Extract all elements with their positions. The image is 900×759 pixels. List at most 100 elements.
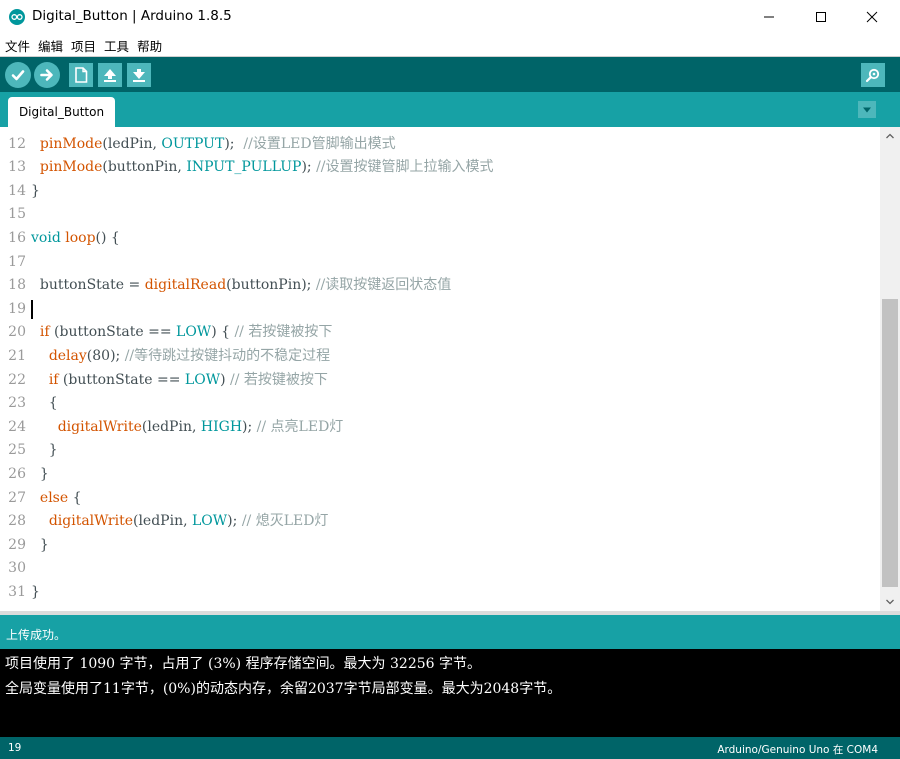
- close-button[interactable]: [849, 0, 895, 34]
- code-line[interactable]: 13 pinMode(buttonPin, INPUT_PULLUP); //设…: [0, 156, 880, 180]
- code-line[interactable]: 15: [0, 203, 880, 227]
- upload-icon: [40, 69, 53, 81]
- status-message: 上传成功。: [6, 628, 67, 642]
- save-button[interactable]: [127, 63, 151, 87]
- code-text: }: [31, 536, 49, 553]
- open-button[interactable]: [98, 63, 122, 87]
- line-number: 24: [8, 418, 26, 435]
- vertical-scrollbar[interactable]: [880, 127, 900, 611]
- code-editor[interactable]: 12 pinMode(ledPin, OUTPUT); //设置LED管脚输出模…: [0, 127, 900, 611]
- code-line[interactable]: 12 pinMode(ledPin, OUTPUT); //设置LED管脚输出模…: [0, 133, 880, 157]
- code-line[interactable]: 31}: [0, 581, 880, 605]
- serial-monitor-button[interactable]: [861, 63, 885, 87]
- code-text: }: [31, 465, 49, 482]
- code-text: pinMode(buttonPin, INPUT_PULLUP); //设置按键…: [39, 159, 494, 176]
- line-number: 27: [8, 489, 26, 506]
- code-line[interactable]: 23 {: [0, 392, 880, 416]
- arduino-logo-icon: [9, 9, 25, 25]
- code-line[interactable]: 19: [0, 298, 880, 322]
- line-number: 30: [8, 560, 26, 577]
- code-text: pinMode(ledPin, OUTPUT); //设置LED管脚输出模式: [39, 135, 396, 152]
- line-number: 23: [8, 395, 26, 412]
- serial-monitor-icon: [865, 68, 880, 83]
- code-line[interactable]: 30: [0, 557, 880, 581]
- scroll-up-button[interactable]: [880, 127, 900, 145]
- code-line[interactable]: 25 }: [0, 439, 880, 463]
- code-line[interactable]: 18 buttonState = digitalRead(buttonPin);…: [0, 274, 880, 298]
- toolbar: [0, 56, 900, 92]
- code-line[interactable]: 17: [0, 251, 880, 275]
- code-text: }: [31, 442, 58, 459]
- code-text: if (buttonState == LOW) // 若按键被按下: [48, 371, 328, 388]
- verify-icon: [11, 70, 25, 81]
- line-number: 13: [8, 159, 26, 176]
- tab-label: Digital_Button: [18, 105, 105, 119]
- code-text: if (buttonState == LOW) { // 若按键被按下: [39, 324, 333, 341]
- title-bar: Digital_Button | Arduino 1.8.5: [0, 0, 900, 34]
- menu-file[interactable]: 文件: [4, 36, 31, 55]
- tab-menu-button[interactable]: [858, 101, 876, 118]
- menu-sketch[interactable]: 项目: [70, 36, 97, 55]
- new-icon: [75, 67, 88, 83]
- code-area[interactable]: 12 pinMode(ledPin, OUTPUT); //设置LED管脚输出模…: [0, 127, 880, 611]
- code-line[interactable]: 27 else {: [0, 487, 880, 511]
- code-line[interactable]: 20 if (buttonState == LOW) { // 若按键被按下: [0, 321, 880, 345]
- chevron-up-icon: [886, 133, 894, 139]
- upload-button[interactable]: [34, 62, 60, 88]
- minimize-button[interactable]: [746, 0, 792, 34]
- console-line: 全局变量使用了11字节，(0%)的动态内存，余留2037字节局部变量。最大为20…: [5, 681, 562, 697]
- code-text: }: [31, 182, 40, 199]
- scrollbar-thumb[interactable]: [882, 299, 898, 587]
- code-line[interactable]: 22 if (buttonState == LOW) // 若按键被按下: [0, 369, 880, 393]
- new-button[interactable]: [69, 63, 93, 87]
- minimize-icon: [764, 16, 774, 18]
- code-text: }: [31, 583, 40, 600]
- code-text: digitalWrite(ledPin, LOW); // 熄灭LED灯: [48, 513, 329, 530]
- code-text: digitalWrite(ledPin, HIGH); // 点亮LED灯: [57, 418, 344, 435]
- code-line[interactable]: 24 digitalWrite(ledPin, HIGH); // 点亮LED灯: [0, 416, 880, 440]
- tab-digital-button[interactable]: Digital_Button: [8, 97, 115, 127]
- maximize-button[interactable]: [798, 0, 844, 34]
- status-bar: 上传成功。: [0, 611, 900, 649]
- code-text: {: [31, 395, 58, 412]
- code-text: buttonState = digitalRead(buttonPin); //…: [31, 277, 452, 294]
- board-port-info: Arduino/Genuino Uno 在 COM4: [717, 744, 878, 756]
- current-line-number: 19: [8, 742, 22, 754]
- menu-help[interactable]: 帮助: [136, 36, 163, 55]
- code-line[interactable]: 29 }: [0, 534, 880, 558]
- code-line[interactable]: 14}: [0, 180, 880, 204]
- code-line[interactable]: 21 delay(80); //等待跳过按键抖动的不稳定过程: [0, 345, 880, 369]
- line-number: 15: [8, 206, 26, 223]
- line-number: 18: [8, 277, 26, 294]
- menu-edit[interactable]: 编辑: [37, 36, 64, 55]
- footer-bar: 19 Arduino/Genuino Uno 在 COM4: [0, 737, 900, 759]
- line-number: 21: [8, 347, 26, 364]
- line-number: 28: [8, 513, 26, 530]
- scroll-down-button[interactable]: [880, 593, 900, 611]
- menu-tools[interactable]: 工具: [103, 36, 130, 55]
- text-caret: [31, 299, 33, 319]
- tab-bar: Digital_Button: [0, 92, 900, 127]
- line-number: 31: [8, 583, 26, 600]
- code-text: else {: [39, 489, 82, 506]
- line-number: 12: [8, 135, 26, 152]
- maximize-icon: [816, 12, 826, 22]
- line-number: 29: [8, 536, 26, 553]
- line-number: 14: [8, 182, 26, 199]
- console-output[interactable]: 项目使用了 1090 字节，占用了 (3%) 程序存储空间。最大为 32256 …: [0, 649, 900, 737]
- line-number: 25: [8, 442, 26, 459]
- open-icon: [104, 69, 116, 82]
- code-line[interactable]: 16 void loop() {: [0, 227, 880, 251]
- console-line: 项目使用了 1090 字节，占用了 (3%) 程序存储空间。最大为 32256 …: [5, 656, 481, 672]
- verify-button[interactable]: [5, 62, 31, 88]
- line-number: 16: [8, 229, 26, 246]
- code-line[interactable]: 28 digitalWrite(ledPin, LOW); // 熄灭LED灯: [0, 510, 880, 534]
- code-text: delay(80); //等待跳过按键抖动的不稳定过程: [48, 347, 331, 364]
- line-number: 17: [8, 253, 26, 270]
- line-number: 20: [8, 324, 26, 341]
- window-title: Digital_Button | Arduino 1.8.5: [32, 8, 232, 24]
- code-line[interactable]: 26 }: [0, 463, 880, 487]
- line-number: 26: [8, 465, 26, 482]
- chevron-down-icon: [886, 599, 894, 605]
- code-text: void loop() {: [31, 229, 120, 246]
